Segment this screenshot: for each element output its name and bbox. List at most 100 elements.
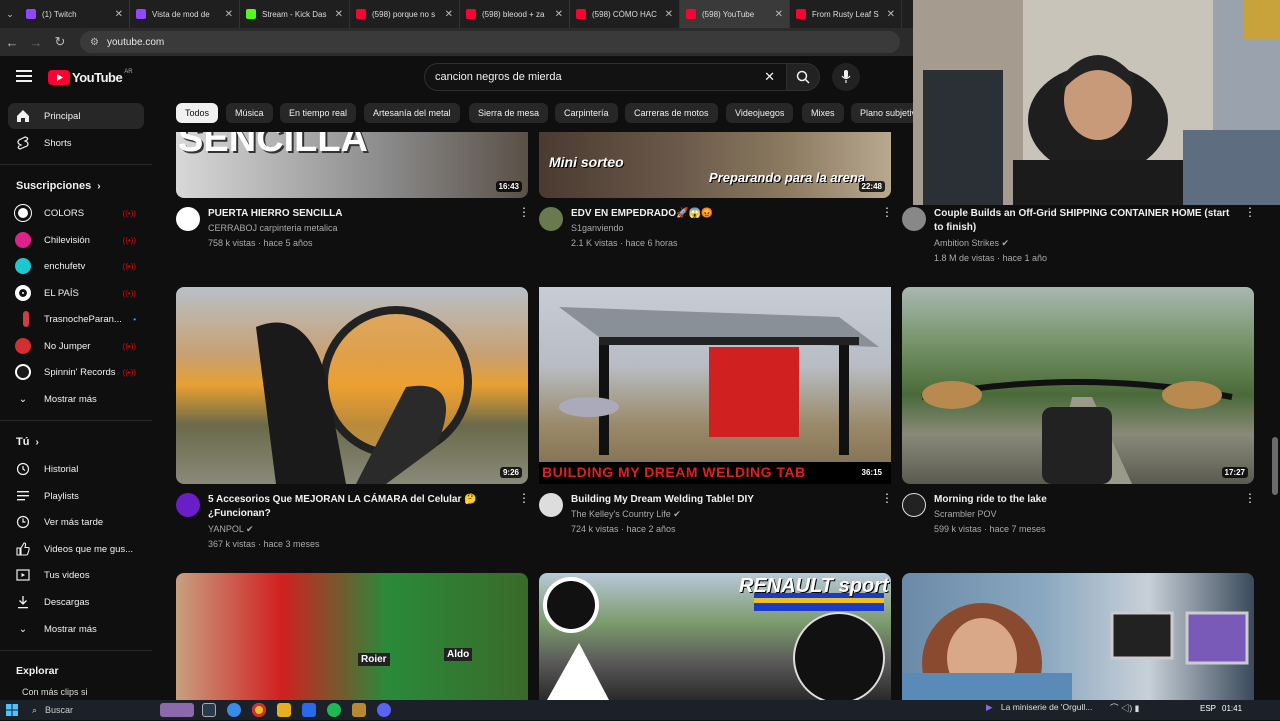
spotify-icon[interactable] <box>327 703 341 717</box>
sidebar-show-more-you[interactable]: ⌄ Mostrar más <box>8 616 144 642</box>
video-title[interactable]: PUERTA HIERRO SENCILLA <box>208 207 508 221</box>
video-channel[interactable]: Ambition Strikes ✔ <box>934 238 1009 249</box>
video-thumbnail[interactable]: BUILDING MY DREAM WELDING TAB 36:15 <box>539 287 891 484</box>
channel-avatar[interactable] <box>902 493 926 517</box>
video-title[interactable]: EDV EN EMPEDRADO🚀😱😡 <box>571 207 871 221</box>
browser-tab[interactable]: (598) bleood + za ✕ <box>460 0 570 28</box>
chip[interactable]: Música <box>226 103 273 123</box>
sidebar-item-subscription[interactable]: COLORS ((•)) <box>8 200 144 226</box>
close-icon[interactable]: ✕ <box>775 9 783 20</box>
chip[interactable]: Artesanía del metal <box>364 103 460 123</box>
more-options-icon[interactable]: ⋮ <box>881 492 893 504</box>
close-icon[interactable]: ✕ <box>555 9 563 20</box>
browser-tab-active[interactable]: (598) YouTube ✕ <box>680 0 790 28</box>
video-thumbnail[interactable]: Roier Aldo <box>176 573 528 700</box>
tab-search-icon[interactable]: ⌄ <box>0 0 20 28</box>
video-thumbnail[interactable]: 9:26 <box>176 287 528 484</box>
channel-avatar[interactable] <box>902 207 926 231</box>
sidebar-item-shorts[interactable]: Shorts <box>8 130 144 156</box>
browser-tab[interactable]: From Rusty Leaf S ✕ <box>790 0 902 28</box>
windows-start-icon[interactable] <box>6 703 18 716</box>
widget-icon[interactable] <box>160 703 194 717</box>
more-options-icon[interactable]: ⋮ <box>1244 492 1256 504</box>
video-thumbnail[interactable]: RENAULT sport <box>539 573 891 700</box>
sidebar-item-subscription[interactable]: No Jumper ((•)) <box>8 333 144 359</box>
store-icon[interactable] <box>302 703 316 717</box>
sidebar-item-subscription[interactable]: enchufetv ((•)) <box>8 253 144 279</box>
video-channel[interactable]: CERRABOJ carpinteria metalica <box>208 223 338 233</box>
chip[interactable]: Plano subjetivo <box>851 103 913 123</box>
channel-avatar[interactable] <box>539 207 563 231</box>
video-thumbnail[interactable] <box>902 573 1254 700</box>
sidebar-item-liked-videos[interactable]: Videos que me gus... <box>8 536 144 562</box>
search-input[interactable]: cancion negros de mierda ✕ <box>424 63 788 91</box>
more-options-icon[interactable]: ⋮ <box>1244 206 1256 218</box>
url-field[interactable]: ⚙ youtube.com <box>80 31 900 53</box>
sidebar-item-playlists[interactable]: Playlists <box>8 483 144 509</box>
browser-tab[interactable]: (1) Twitch ✕ <box>20 0 130 28</box>
video-thumbnail[interactable]: 17:27 <box>902 287 1254 484</box>
reload-icon[interactable]: ↻ <box>48 34 72 50</box>
browser-tab[interactable]: Vista de mod de ✕ <box>130 0 240 28</box>
sidebar-item-subscription[interactable]: EL PAÍS ((•)) <box>8 280 144 306</box>
voice-search-button[interactable] <box>832 63 860 91</box>
clear-search-icon[interactable]: ✕ <box>764 69 775 85</box>
video-title[interactable]: Building My Dream Welding Table! DIY <box>571 493 871 507</box>
taskbar-clock[interactable]: 01:41 <box>1222 704 1242 713</box>
browser-tab[interactable]: (598) porque no s ✕ <box>350 0 460 28</box>
youtube-logo[interactable]: YouTube AR <box>48 69 133 85</box>
chip[interactable]: Mixes <box>802 103 844 123</box>
sidebar-item-subscription[interactable]: Chilevisión ((•)) <box>8 227 144 253</box>
close-icon[interactable]: ✕ <box>665 9 673 20</box>
chip[interactable]: Videojuegos <box>726 103 794 123</box>
sidebar-item-subscription[interactable]: TrasnocheParan... • <box>8 306 144 332</box>
video-channel[interactable]: Scrambler POV <box>934 509 997 519</box>
media-widget[interactable]: ▶ La miniserie de 'Orgull... <box>986 702 1092 713</box>
chip-todos[interactable]: Todos <box>176 103 219 123</box>
sidebar-item-historial[interactable]: Historial <box>8 456 144 482</box>
menu-icon[interactable] <box>16 69 32 83</box>
scrollbar-thumb[interactable] <box>1272 437 1278 495</box>
system-tray[interactable]: ⌒ ◁) ▮ <box>1110 702 1139 714</box>
close-icon[interactable]: ✕ <box>335 9 343 20</box>
close-icon[interactable]: ✕ <box>115 9 123 20</box>
sidebar-show-more-subscriptions[interactable]: ⌄ Mostrar más <box>8 386 144 412</box>
video-thumbnail[interactable]: Mini sorteo Preparando para la arena 22:… <box>539 132 891 198</box>
sidebar-item-subscription[interactable]: Spinnin' Records ((•)) <box>8 359 144 385</box>
more-options-icon[interactable]: ⋮ <box>881 206 893 218</box>
browser-tab[interactable]: Stream - Kick Das ✕ <box>240 0 350 28</box>
sidebar-item-principal[interactable]: Principal <box>8 103 144 129</box>
chip[interactable]: Carpintería <box>555 103 618 123</box>
video-title[interactable]: Morning ride to the lake <box>934 493 1234 507</box>
app-icon[interactable] <box>352 703 366 717</box>
sidebar-item-watch-later[interactable]: Ver más tarde <box>8 509 144 535</box>
video-title[interactable]: 5 Accesorios Que MEJORAN LA CÁMARA del C… <box>208 493 508 521</box>
channel-avatar[interactable] <box>176 207 200 231</box>
back-icon[interactable]: ← <box>0 35 24 50</box>
video-channel[interactable]: YANPOL ✔ <box>208 524 254 535</box>
chrome-icon[interactable] <box>252 703 266 717</box>
discord-icon[interactable] <box>377 703 391 717</box>
video-thumbnail[interactable]: SENCILLA 16:43 <box>176 132 528 198</box>
file-explorer-icon[interactable] <box>277 703 291 717</box>
chip[interactable]: En tiempo real <box>280 103 357 123</box>
channel-avatar[interactable] <box>176 493 200 517</box>
more-options-icon[interactable]: ⋮ <box>518 206 530 218</box>
subscriptions-heading[interactable]: Suscripciones › <box>16 180 101 192</box>
video-channel[interactable]: S1ganviendo <box>571 223 624 233</box>
page-scrollbar[interactable] <box>1270 205 1280 700</box>
sidebar-item-downloads[interactable]: Descargas <box>8 589 144 615</box>
chip[interactable]: Sierra de mesa <box>469 103 549 123</box>
you-heading[interactable]: Tú › <box>16 436 39 448</box>
forward-icon[interactable]: → <box>24 35 48 50</box>
language-indicator[interactable]: ESP <box>1200 704 1216 713</box>
taskbar-search[interactable]: ⌕ Buscar <box>26 702 156 718</box>
video-title[interactable]: Couple Builds an Off-Grid SHIPPING CONTA… <box>934 207 1234 235</box>
task-view-icon[interactable] <box>202 703 216 717</box>
more-options-icon[interactable]: ⋮ <box>518 492 530 504</box>
channel-avatar[interactable] <box>539 493 563 517</box>
close-icon[interactable]: ✕ <box>225 9 233 20</box>
site-info-icon[interactable]: ⚙ <box>90 37 99 48</box>
close-icon[interactable]: ✕ <box>445 9 453 20</box>
copilot-icon[interactable] <box>227 703 241 717</box>
